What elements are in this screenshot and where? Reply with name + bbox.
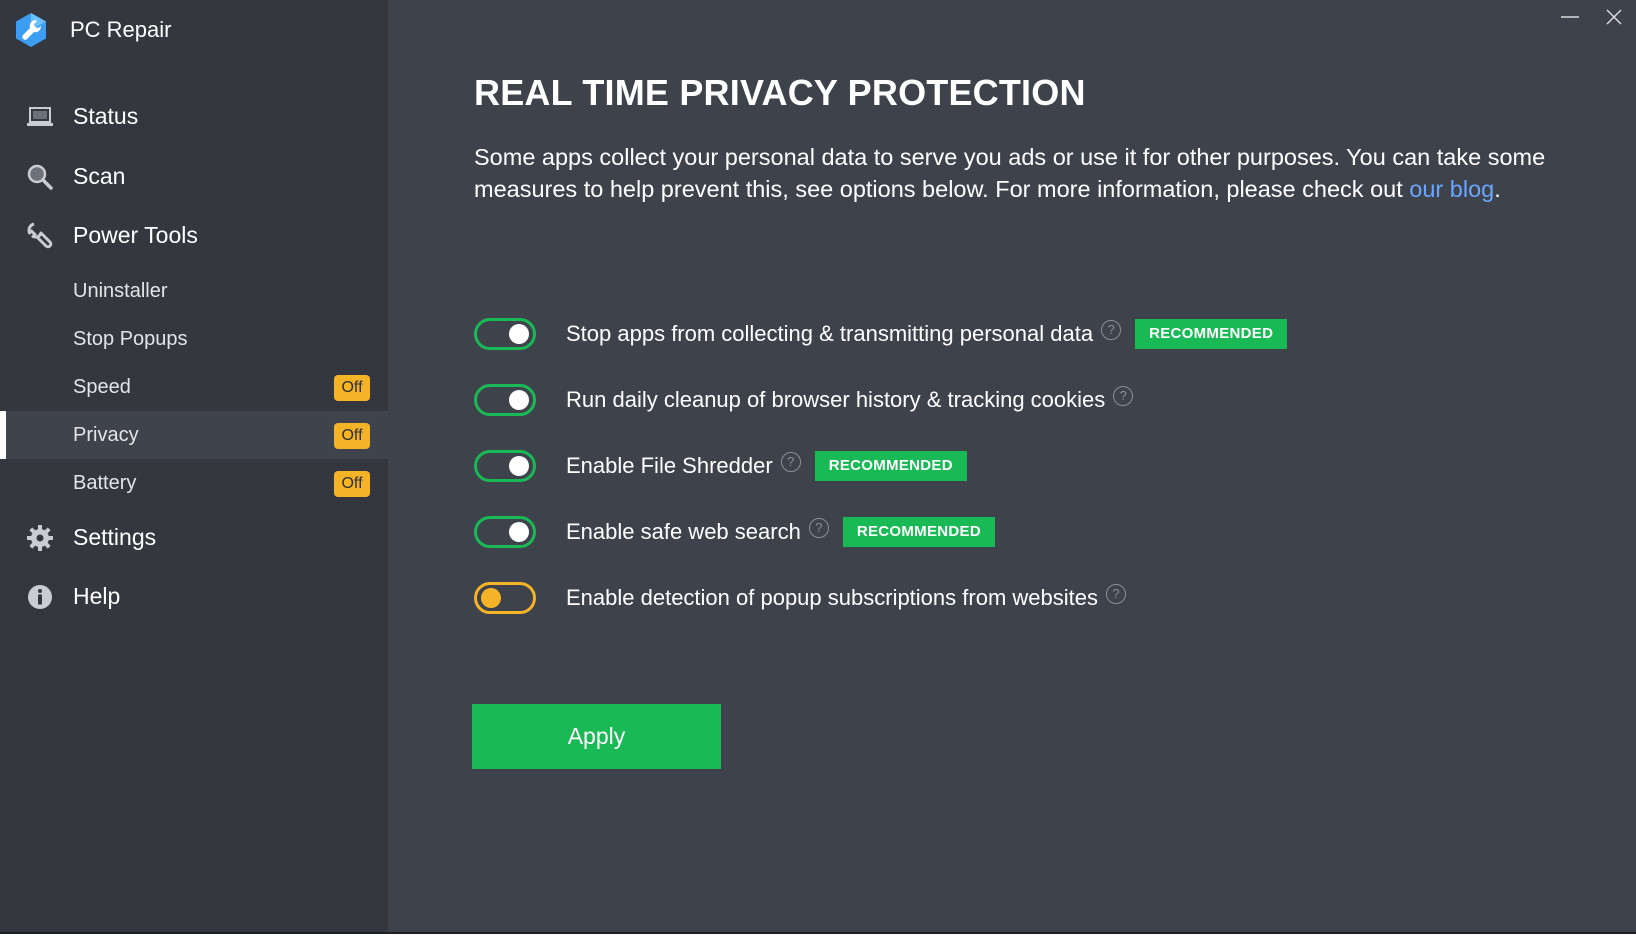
magnifier-icon [27,164,53,190]
battery-off-badge: Off [334,471,370,497]
sidebar: PC Repair Status Scan Power Tools Uninst… [0,0,388,932]
nav-speed-label: Speed [73,375,131,398]
option-daily-cleanup: Run daily cleanup of browser history & t… [474,380,1134,420]
toggle-knob [509,324,529,344]
option-file-shredder: Enable File Shredder ? RECOMMENDED [474,446,967,486]
safe-web-search-toggle[interactable] [474,516,536,548]
option-label: Enable File Shredder [566,453,773,478]
laptop-icon [27,107,53,126]
toggle-knob [509,390,529,410]
option-label: Enable safe web search [566,519,801,544]
recommended-badge: RECOMMENDED [1135,319,1288,349]
nav-scan-label: Scan [73,162,126,189]
nav-power-tools[interactable]: Power Tools [0,207,388,263]
help-icon[interactable]: ? [808,518,829,538]
privacy-off-badge: Off [334,423,370,449]
app-logo-icon [16,13,46,47]
nav-uninstaller-label: Uninstaller [73,279,168,302]
close-button[interactable] [1592,0,1636,34]
help-icon[interactable]: ? [780,452,801,472]
nav-battery[interactable]: Battery Off [0,459,388,507]
toggle-knob [509,522,529,542]
nav-help-label: Help [73,582,121,609]
toggle-knob [509,456,529,476]
nav-power-tools-label: Power Tools [73,221,198,248]
brand: PC Repair [12,10,171,50]
page-description: Some apps collect your personal data to … [474,141,1559,205]
nav-battery-label: Battery [73,471,137,494]
apply-button[interactable]: Apply [472,704,721,769]
minimize-icon [1561,16,1579,18]
wrench-icon [27,222,53,249]
nav-status-label: Status [73,102,139,129]
close-icon [1606,9,1622,25]
active-indicator [0,411,6,459]
daily-cleanup-toggle[interactable] [474,384,536,416]
description-end: . [1494,176,1501,202]
option-label: Stop apps from collecting & transmitting… [566,321,1094,346]
popup-detection-toggle[interactable] [474,582,536,614]
file-shredder-toggle[interactable] [474,450,536,482]
option-label: Enable detection of popup subscriptions … [566,585,1098,610]
nav-scan[interactable]: Scan [0,148,388,204]
nav-help[interactable]: Help [0,568,388,624]
minimize-button[interactable] [1548,0,1592,34]
help-icon[interactable]: ? [1105,584,1126,604]
nav-uninstaller[interactable]: Uninstaller [0,267,388,315]
nav-privacy-label: Privacy [73,423,139,446]
app-window: PC Repair Status Scan Power Tools Uninst… [0,0,1636,934]
option-stop-data-collection: Stop apps from collecting & transmitting… [474,314,1288,354]
nav-speed[interactable]: Speed Off [0,363,388,411]
gear-icon [27,525,53,551]
speed-off-badge: Off [334,375,370,401]
blog-link[interactable]: our blog [1409,176,1494,202]
toggle-knob [481,588,501,608]
option-safe-web-search: Enable safe web search ? RECOMMENDED [474,512,995,552]
app-name: PC Repair [70,17,172,42]
nav-settings-label: Settings [73,523,157,550]
description-text: Some apps collect your personal data to … [474,144,1546,202]
nav-privacy[interactable]: Privacy Off [0,411,388,459]
help-icon[interactable]: ? [1101,320,1122,340]
nav-stop-popups[interactable]: Stop Popups [0,315,388,363]
page-title: REAL TIME PRIVACY PROTECTION [474,72,1086,113]
stop-data-collection-toggle[interactable] [474,318,536,350]
nav-status[interactable]: Status [0,88,388,144]
recommended-badge: RECOMMENDED [842,517,995,547]
nav-settings[interactable]: Settings [0,509,388,565]
recommended-badge: RECOMMENDED [814,451,967,481]
info-icon [28,585,52,609]
nav-stop-popups-label: Stop Popups [73,327,188,350]
help-icon[interactable]: ? [1113,386,1134,406]
option-label: Run daily cleanup of browser history & t… [566,387,1106,412]
option-popup-detection: Enable detection of popup subscriptions … [474,578,1126,618]
